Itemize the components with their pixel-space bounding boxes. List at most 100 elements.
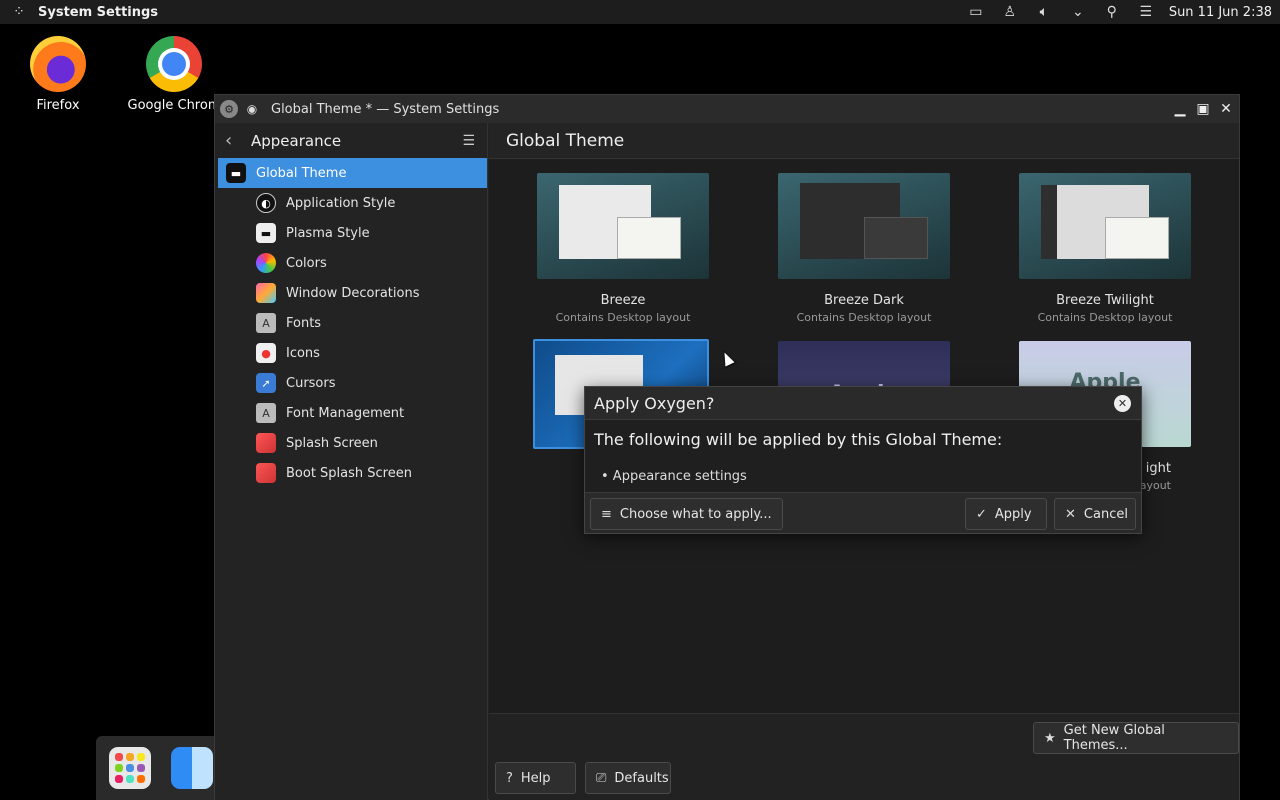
sidebar-item-label: Window Decorations: [286, 285, 420, 301]
colors-icon: [256, 253, 276, 273]
sidebar-item-label: Plasma Style: [286, 225, 370, 241]
sidebar-item-label: Splash Screen: [286, 435, 378, 451]
theme-subtitle: Contains Desktop layout: [555, 311, 691, 324]
application-style-icon: ◐: [256, 193, 276, 213]
theme-card-breeze[interactable]: Breeze Contains Desktop layout: [535, 173, 711, 324]
help-icon: ?: [506, 770, 513, 786]
sidebar-title: Appearance: [251, 131, 342, 150]
settings-app-icon: ⚙: [220, 100, 238, 118]
dialog-footer: ≡ Choose what to apply... ✓ Apply ✕ Canc…: [585, 492, 1141, 534]
window-title: Global Theme * — System Settings: [271, 101, 500, 117]
back-icon[interactable]: ‹: [225, 130, 247, 151]
plasma-style-icon: ▬: [256, 223, 276, 243]
app-launcher-icon[interactable]: ⁘: [0, 0, 38, 24]
button-label: Get New Global Themes...: [1063, 723, 1165, 753]
dialog-message: The following will be applied by this Gl…: [594, 430, 1003, 449]
theme-thumbnail: [778, 173, 950, 279]
sidebar-item-label: Cursors: [286, 375, 336, 391]
sidebar-item-label: Global Theme: [256, 165, 347, 181]
desktop-icon-chrome[interactable]: Google Chrom: [124, 36, 224, 113]
hamburger-menu-icon[interactable]: ☰: [462, 133, 475, 149]
dialog-titlebar: Apply Oxygen? ✕: [585, 387, 1141, 420]
sidebar-item-font-management[interactable]: A Font Management: [215, 398, 487, 428]
list-icon: ≡: [601, 506, 612, 522]
theme-name: Breeze Dark: [824, 293, 904, 308]
sidebar-item-plasma-style[interactable]: ▬ Plasma Style: [215, 218, 487, 248]
desktop-icon-firefox[interactable]: Firefox: [8, 36, 108, 113]
sidebar-item-label: Font Management: [286, 405, 405, 421]
desktop-icon-label: Firefox: [36, 98, 80, 113]
font-management-icon: A: [256, 403, 276, 423]
button-label: Apply: [994, 506, 1032, 522]
get-new-themes-button[interactable]: ★ Get New Global Themes...: [1033, 722, 1239, 754]
search-icon[interactable]: ⚲: [1095, 0, 1129, 24]
theme-name: Breeze Twilight: [1056, 293, 1154, 308]
close-icon[interactable]: ✕: [1215, 98, 1237, 120]
user-icon[interactable]: ♙: [993, 0, 1027, 24]
fonts-icon: A: [256, 313, 276, 333]
control-center-icon[interactable]: ☰: [1129, 0, 1163, 24]
dialog-body: The following will be applied by this Gl…: [585, 420, 1141, 492]
sidebar-item-label: Icons: [286, 345, 320, 361]
theme-thumbnail: [1019, 173, 1191, 279]
window-decorations-icon: [256, 283, 276, 303]
active-app-name: System Settings: [38, 4, 159, 20]
finder-icon[interactable]: [171, 747, 213, 789]
top-panel: ⁘ System Settings ▭ ♙ 🔈︎ ⌄ ⚲ ☰ Sun 11 Ju…: [0, 0, 1280, 24]
dialog-bullet-item: • Appearance settings: [601, 469, 747, 484]
dialog-title: Apply Oxygen?: [594, 393, 715, 413]
sidebar-item-global-theme[interactable]: ▬ Global Theme: [218, 158, 487, 188]
chrome-icon: [146, 36, 202, 92]
clock[interactable]: Sun 11 Jun 2:38: [1163, 5, 1280, 20]
button-label: Choose what to apply...: [619, 506, 772, 522]
apply-button[interactable]: ✓ Apply: [965, 498, 1047, 530]
splash-screen-icon: [256, 433, 276, 453]
sidebar-item-label: Boot Splash Screen: [286, 465, 412, 481]
sidebar-item-icons[interactable]: ● Icons: [215, 338, 487, 368]
button-label: Help: [520, 770, 551, 786]
content-header: Global Theme: [489, 123, 1239, 159]
sidebar-item-window-decorations[interactable]: Window Decorations: [215, 278, 487, 308]
firefox-icon: [30, 36, 86, 92]
system-tray: ▭ ♙ 🔈︎ ⌄ ⚲ ☰ Sun 11 Jun 2:38: [959, 0, 1280, 24]
maximize-icon[interactable]: ▣: [1192, 98, 1214, 120]
star-icon: ★: [1044, 730, 1056, 746]
help-button[interactable]: ? Help: [495, 762, 576, 794]
chevron-down-icon[interactable]: ⌄: [1061, 0, 1095, 24]
sidebar-item-splash-screen[interactable]: Splash Screen: [215, 428, 487, 458]
sidebar-item-application-style[interactable]: ◐ Application Style: [215, 188, 487, 218]
app-grid-icon[interactable]: [109, 747, 151, 789]
sidebar-item-cursors[interactable]: ➚ Cursors: [215, 368, 487, 398]
cancel-icon: ✕: [1065, 506, 1076, 522]
battery-icon[interactable]: ▭: [959, 0, 993, 24]
close-icon[interactable]: ✕: [1114, 395, 1131, 412]
sidebar-item-boot-splash-screen[interactable]: Boot Splash Screen: [215, 458, 487, 488]
bottom-toolbar: ★ Get New Global Themes... ? Help ⎚ Defa…: [489, 713, 1239, 800]
window-titlebar[interactable]: ⚙ ◉ Global Theme * — System Settings ▁ ▣…: [215, 95, 1239, 123]
global-theme-icon: ▬: [226, 163, 246, 183]
defaults-icon: ⎚: [596, 770, 607, 786]
theme-subtitle: Contains Desktop layout: [796, 311, 932, 324]
sidebar-item-colors[interactable]: Colors: [215, 248, 487, 278]
icons-icon: ●: [256, 343, 276, 363]
sidebar-header: ‹ Appearance ☰: [215, 123, 487, 158]
volume-icon[interactable]: 🔈︎: [1027, 0, 1061, 24]
minimize-icon[interactable]: ▁: [1169, 98, 1191, 120]
defaults-button[interactable]: ⎚ Defaults: [585, 762, 671, 794]
sidebar-item-fonts[interactable]: A Fonts: [215, 308, 487, 338]
theme-card-breeze-twilight[interactable]: Breeze Twilight Contains Desktop layout: [1017, 173, 1193, 324]
desktop-icon-label: Google Chrom: [127, 98, 221, 113]
cancel-button[interactable]: ✕ Cancel: [1054, 498, 1136, 530]
theme-thumbnail: [537, 173, 709, 279]
theme-card-breeze-dark[interactable]: Breeze Dark Contains Desktop layout: [776, 173, 952, 324]
checkmark-icon: ✓: [976, 506, 987, 522]
boot-splash-screen-icon: [256, 463, 276, 483]
theme-subtitle: Contains Desktop layout: [1037, 311, 1173, 324]
sidebar: ‹ Appearance ☰ ▬ Global Theme ◐ Applicat…: [215, 123, 488, 800]
theme-name: Breeze: [600, 293, 646, 308]
page-title: Global Theme: [506, 130, 625, 151]
apply-theme-dialog: Apply Oxygen? ✕ The following will be ap…: [584, 386, 1142, 534]
choose-what-to-apply-button[interactable]: ≡ Choose what to apply...: [590, 498, 783, 530]
pin-icon[interactable]: ◉: [243, 100, 261, 118]
button-label: Defaults: [614, 770, 669, 786]
